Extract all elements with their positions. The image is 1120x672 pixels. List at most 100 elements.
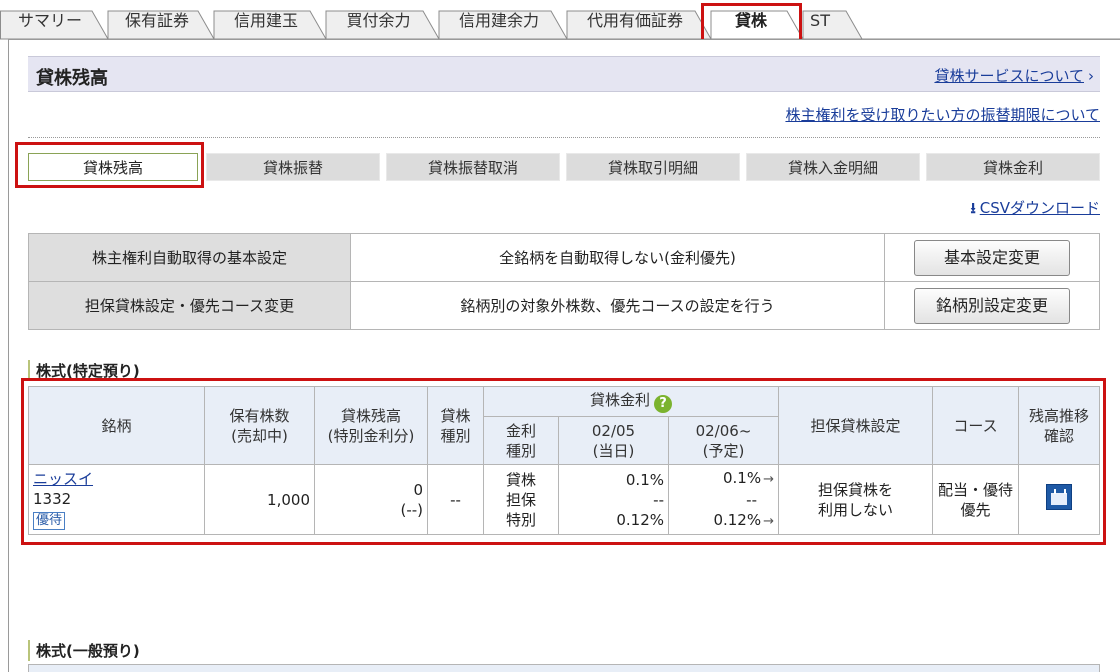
tab-collateral-securities[interactable]: 代用有価証券 — [573, 9, 697, 33]
today-rate-lending: 0.1% — [625, 470, 664, 489]
tab-margin-power[interactable]: 信用建余力 — [445, 9, 553, 33]
col-header-type: 貸株 種別 — [427, 386, 484, 465]
rate-kind-cell: 貸株 担保 特別 — [483, 464, 559, 535]
rate-kind-text: 金利 — [505, 421, 536, 440]
today-date: 02/05 — [591, 421, 636, 440]
kind-special: 特別 — [505, 510, 536, 529]
next-rate-special: 0.12% — [713, 510, 762, 529]
subtab-deposit-details[interactable]: 貸株入金明細 — [746, 153, 920, 181]
col-header-rate: 貸株金利? — [483, 386, 779, 417]
col-header-balance: 貸株残高 (特別金利分) — [314, 386, 428, 465]
kind-lending: 貸株 — [505, 470, 536, 489]
col-header-shares-sub: (売却中) — [231, 426, 288, 445]
setting-value: 銘柄別の対象外株数、優先コースの設定を行う — [350, 281, 885, 330]
help-icon[interactable]: ? — [654, 395, 672, 413]
subtab-lending-rates[interactable]: 貸株金利 — [926, 153, 1100, 181]
rights-deadline-link[interactable]: 株主権利を受け取りたい方の振替期限について — [785, 104, 1100, 125]
tab-stock-lending[interactable]: 貸株 — [713, 9, 789, 33]
calendar-icon[interactable] — [1046, 484, 1072, 510]
col-header-shares: 保有株数 (売却中) — [204, 386, 315, 465]
lending-service-link-text: 貸株サービスについて — [934, 67, 1084, 85]
stock-name-link[interactable]: ニッスイ — [33, 470, 93, 488]
setting-label: 株主権利自動取得の基本設定 — [28, 233, 351, 282]
today-rate-cell: 0.1% -- 0.12% — [558, 464, 669, 535]
csv-download-link[interactable]: ⭳ CSVダウンロード — [970, 197, 1100, 223]
history-cell — [1018, 464, 1100, 535]
top-tab-strip: サマリー 保有証券 信用建玉 買付余力 信用建余力 代用有価証券 貸株 ST — [0, 0, 1120, 40]
subtab-transfer-cancel[interactable]: 貸株振替取消 — [386, 153, 560, 181]
page-root: サマリー 保有証券 信用建玉 買付余力 信用建余力 代用有価証券 貸株 ST 貸… — [0, 0, 1120, 672]
col-header-rate-text: 貸株金利 — [589, 391, 650, 409]
type-cell: -- — [427, 464, 484, 535]
subtab-lending-transfer[interactable]: 貸株振替 — [206, 153, 380, 181]
stock-code: 1332 — [33, 490, 72, 508]
today-rate-collateral: -- — [653, 490, 664, 509]
col-header-history: 残高推移 確認 — [1018, 386, 1100, 465]
arrow-right-icon: → — [763, 513, 774, 529]
general-table-header-edge — [28, 664, 1100, 672]
settings-row: 担保貸株設定・優先コース変更 銘柄別の対象外株数、優先コースの設定を行う 銘柄別… — [28, 281, 1100, 330]
stock-lending-table: 銘柄 保有株数 (売却中) 貸株残高 (特別金利分) 貸株 種別 貸株金利? 担保貸株… — [28, 386, 1100, 535]
section-title-specific: 株式(特定預り) — [28, 360, 140, 381]
tab-summary[interactable]: サマリー — [6, 9, 94, 33]
chevron-right-icon: › — [1088, 67, 1094, 85]
per-stock-settings-change-button[interactable]: 銘柄別設定変更 — [914, 287, 1070, 324]
col-header-course: コース — [932, 386, 1019, 465]
col-header-next: 02/06~ (予定) — [668, 416, 779, 465]
next-date: 02/06~ — [695, 421, 752, 440]
today-sub: (当日) — [592, 441, 635, 460]
arrow-right-icon: → — [763, 471, 774, 487]
shares-cell: 1,000 — [204, 464, 315, 535]
collateral-cell: 担保貸株を 利用しない — [778, 464, 933, 535]
col-header-balance-sub: (特別金利分) — [327, 426, 415, 445]
csv-download-text: CSVダウンロード — [979, 199, 1100, 217]
tab-buying-power[interactable]: 買付余力 — [332, 9, 425, 33]
content-frame — [8, 39, 1120, 672]
lending-service-link[interactable]: 貸株サービスについて › — [934, 65, 1094, 86]
setting-value: 全銘柄を自動取得しない(金利優先) — [350, 233, 885, 282]
table-header-row: 銘柄 保有株数 (売却中) 貸株残高 (特別金利分) 貸株 種別 貸株金利? 担保貸株… — [28, 386, 1100, 465]
course-cell: 配当・優待 優先 — [932, 464, 1019, 535]
col-header-balance-text: 貸株残高 — [340, 406, 401, 425]
balance-cell: 0 (--) — [314, 464, 428, 535]
subtab-lending-balance[interactable]: 貸株残高 — [28, 153, 198, 181]
col-header-collateral: 担保貸株設定 — [778, 386, 933, 465]
setting-action-cell: 基本設定変更 — [884, 233, 1100, 282]
next-rate-collateral: -- — [746, 490, 757, 509]
settings-table: 株主権利自動取得の基本設定 全銘柄を自動取得しない(金利優先) 基本設定変更 担… — [28, 233, 1100, 330]
balance-value: 0 — [413, 480, 423, 499]
setting-action-cell: 銘柄別設定変更 — [884, 281, 1100, 330]
today-rate-special: 0.12% — [616, 510, 664, 529]
tab-margin-positions[interactable]: 信用建玉 — [220, 9, 312, 33]
setting-label: 担保貸株設定・優先コース変更 — [28, 281, 351, 330]
balance-special: (--) — [400, 500, 423, 519]
subtab-transaction-details[interactable]: 貸株取引明細 — [566, 153, 740, 181]
col-header-history-text: 残高推移 — [1028, 406, 1089, 425]
download-icon: ⭳ — [970, 199, 976, 217]
benefit-badge: 優待 — [33, 512, 66, 530]
col-header-type-text: 貸株 — [440, 406, 471, 425]
next-sub: (予定) — [702, 441, 745, 460]
settings-row: 株主権利自動取得の基本設定 全銘柄を自動取得しない(金利優先) 基本設定変更 — [28, 233, 1100, 282]
tab-st[interactable]: ST — [804, 9, 836, 33]
page-header: 貸株残高 貸株サービスについて › — [28, 56, 1100, 92]
tab-holdings[interactable]: 保有証券 — [114, 9, 200, 33]
kind-collateral: 担保 — [505, 490, 536, 509]
collateral-text: 担保貸株を — [817, 480, 893, 499]
section-title-general: 株式(一般預り) — [28, 640, 140, 661]
col-header-stock: 銘柄 — [28, 386, 205, 465]
basic-settings-change-button[interactable]: 基本設定変更 — [914, 239, 1070, 276]
page-title: 貸株残高 — [36, 68, 108, 89]
col-header-rate-kind: 金利 種別 — [483, 416, 559, 465]
col-header-today: 02/05 (当日) — [558, 416, 669, 465]
stock-cell: ニッスイ 1332 優待 — [28, 464, 205, 535]
rate-kind-sub: 種別 — [505, 441, 536, 460]
divider — [28, 137, 1100, 138]
course-text: 配当・優待 — [937, 480, 1013, 499]
col-header-shares-text: 保有株数 — [229, 406, 290, 425]
collateral-sub: 利用しない — [817, 500, 893, 519]
course-sub: 優先 — [960, 500, 991, 519]
col-header-type-sub: 種別 — [440, 426, 471, 445]
next-rate-cell: 0.1% → -- 0.12% → — [668, 464, 779, 535]
col-header-history-sub: 確認 — [1043, 426, 1074, 445]
